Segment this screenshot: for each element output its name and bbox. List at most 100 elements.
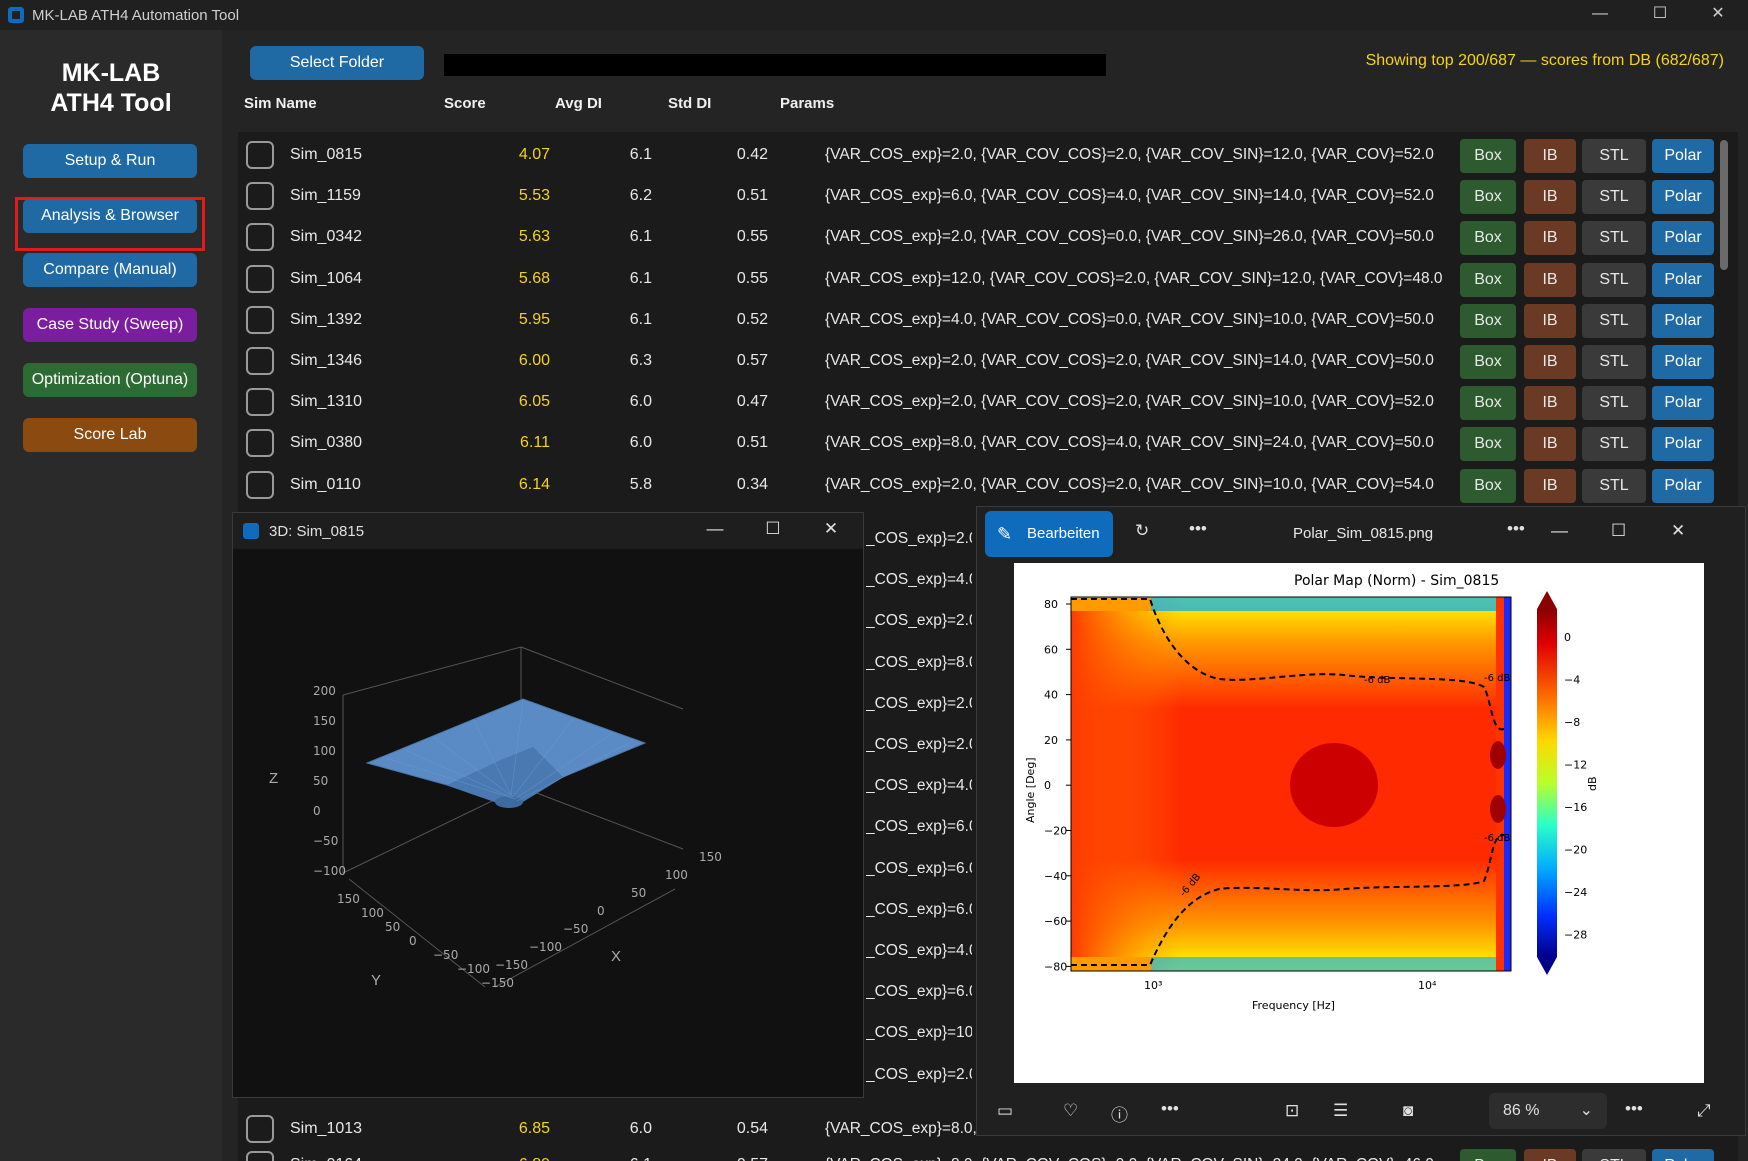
- ib-button[interactable]: IB: [1524, 386, 1576, 421]
- polar-button[interactable]: Polar: [1652, 139, 1714, 173]
- row-checkbox[interactable]: [246, 470, 274, 499]
- polar-button[interactable]: Polar: [1652, 1149, 1714, 1161]
- table-row[interactable]: Sim_0815 4.07 6.1 0.42 {VAR_COS_exp}=2.0, {V…: [238, 132, 1738, 173]
- stl-button[interactable]: STL: [1582, 139, 1646, 173]
- box-button[interactable]: Box: [1460, 1149, 1516, 1161]
- ib-button[interactable]: IB: [1524, 139, 1576, 173]
- table-row[interactable]: Sim_0164 6.89 6.1 0.57 {VAR_COS_exp}=8.0, {V…: [238, 1142, 1738, 1161]
- ib-button[interactable]: IB: [1524, 427, 1576, 462]
- box-button[interactable]: Box: [1460, 221, 1516, 256]
- polar-button[interactable]: Polar: [1652, 386, 1714, 421]
- maximize-icon[interactable]: ☐: [1630, 0, 1690, 30]
- stl-button[interactable]: STL: [1582, 427, 1646, 462]
- maximize-icon[interactable]: ☐: [761, 519, 785, 539]
- nav-score-lab-button[interactable]: Score Lab: [23, 418, 197, 452]
- row-checkbox[interactable]: [246, 429, 274, 458]
- close-icon[interactable]: ✕: [1671, 521, 1685, 541]
- table-row[interactable]: Sim_1346 6.00 6.3 0.57 {VAR_COS_exp}=2.0, {V…: [238, 338, 1738, 379]
- nav-optimization-button[interactable]: Optimization (Optuna): [23, 363, 197, 397]
- select-folder-button[interactable]: Select Folder: [250, 46, 424, 80]
- stl-button[interactable]: STL: [1582, 303, 1646, 338]
- polar-map-image[interactable]: Polar Map (Norm) - Sim_0815 -6 dB -6 dB …: [1014, 563, 1704, 1083]
- box-button[interactable]: Box: [1460, 468, 1516, 503]
- table-row[interactable]: Sim_1159 5.53 6.2 0.51 {VAR_COS_exp}=6.0, {V…: [238, 173, 1738, 215]
- nav-setup-run-button[interactable]: Setup & Run: [23, 144, 197, 178]
- col-header-params[interactable]: Params: [780, 95, 834, 112]
- stl-button[interactable]: STL: [1582, 386, 1646, 421]
- stl-button[interactable]: STL: [1582, 1149, 1646, 1161]
- edit-button[interactable]: ✎ Bearbeiten: [985, 511, 1113, 557]
- info-icon[interactable]: ⓘ: [1111, 1101, 1128, 1126]
- box-button[interactable]: Box: [1460, 180, 1516, 215]
- box-button[interactable]: Box: [1460, 427, 1516, 462]
- minimize-icon[interactable]: —: [1570, 0, 1630, 30]
- more-icon[interactable]: •••: [1625, 1099, 1643, 1119]
- row-checkbox[interactable]: [246, 223, 274, 252]
- table-row[interactable]: Sim_1310 6.05 6.0 0.47 {VAR_COS_exp}=2.0, {V…: [238, 379, 1738, 421]
- close-icon[interactable]: ✕: [819, 519, 843, 539]
- surface-3d-plot[interactable]: 200150100500−50−100 150100500−50−100−150…: [233, 549, 863, 1097]
- row-checkbox[interactable]: [246, 388, 274, 417]
- row-checkbox[interactable]: [246, 305, 274, 334]
- col-header-sim-name[interactable]: Sim Name: [244, 95, 317, 112]
- box-button[interactable]: Box: [1460, 345, 1516, 379]
- stl-button[interactable]: STL: [1582, 221, 1646, 256]
- polar-button[interactable]: Polar: [1652, 221, 1714, 256]
- ib-button[interactable]: IB: [1524, 262, 1576, 297]
- row-checkbox[interactable]: [246, 1115, 274, 1143]
- minimize-icon[interactable]: —: [703, 519, 727, 539]
- more-icon[interactable]: •••: [1161, 1099, 1179, 1119]
- favorite-icon[interactable]: ♡: [1063, 1101, 1078, 1121]
- polar-button[interactable]: Polar: [1652, 345, 1714, 379]
- nav-analysis-browser-button[interactable]: Analysis & Browser: [23, 199, 197, 233]
- polar-button[interactable]: Polar: [1652, 468, 1714, 503]
- stl-button[interactable]: STL: [1582, 468, 1646, 503]
- table-row[interactable]: Sim_0342 5.63 6.1 0.55 {VAR_COS_exp}=2.0, {V…: [238, 214, 1738, 256]
- table-row[interactable]: Sim_0110 6.14 5.8 0.34 {VAR_COS_exp}=2.0, {V…: [238, 462, 1738, 503]
- row-checkbox[interactable]: [246, 264, 274, 293]
- polar-button[interactable]: Polar: [1652, 303, 1714, 338]
- stl-button[interactable]: STL: [1582, 262, 1646, 297]
- box-button[interactable]: Box: [1460, 303, 1516, 338]
- polar-button[interactable]: Polar: [1652, 262, 1714, 297]
- expand-icon[interactable]: ⤢: [1697, 1101, 1711, 1121]
- visual-search-icon[interactable]: ⊡: [1285, 1101, 1299, 1121]
- table-row[interactable]: Sim_0380 6.11 6.0 0.51 {VAR_COS_exp}=8.0, {V…: [238, 420, 1738, 462]
- polar-button[interactable]: Polar: [1652, 427, 1714, 462]
- col-header-avg-di[interactable]: Avg DI: [555, 95, 602, 112]
- stl-button[interactable]: STL: [1582, 180, 1646, 215]
- ib-button[interactable]: IB: [1524, 345, 1576, 379]
- row-checkbox[interactable]: [246, 182, 274, 211]
- table-row[interactable]: Sim_1064 5.68 6.1 0.55 {VAR_COS_exp}=12.0, {…: [238, 256, 1738, 297]
- more-icon[interactable]: •••: [1507, 519, 1525, 539]
- text-scan-icon[interactable]: ☰: [1333, 1101, 1348, 1121]
- nav-case-study-button[interactable]: Case Study (Sweep): [23, 308, 197, 342]
- minimize-icon[interactable]: —: [1551, 521, 1568, 541]
- nav-compare-manual-button[interactable]: Compare (Manual): [23, 253, 197, 287]
- row-checkbox[interactable]: [246, 347, 274, 375]
- row-checkbox[interactable]: [246, 141, 274, 169]
- std-di-value: 0.47: [736, 393, 768, 411]
- rotate-icon[interactable]: ↻: [1135, 521, 1149, 541]
- table-row[interactable]: Sim_1392 5.95 6.1 0.52 {VAR_COS_exp}=4.0, {V…: [238, 297, 1738, 338]
- ib-button[interactable]: IB: [1524, 303, 1576, 338]
- box-button[interactable]: Box: [1460, 139, 1516, 173]
- box-button[interactable]: Box: [1460, 262, 1516, 297]
- close-icon[interactable]: ✕: [1688, 0, 1748, 30]
- screenshot-icon[interactable]: ◙: [1403, 1101, 1413, 1121]
- maximize-icon[interactable]: ☐: [1611, 521, 1626, 541]
- box-button[interactable]: Box: [1460, 386, 1516, 421]
- zoom-dropdown[interactable]: 86 % ⌄: [1489, 1093, 1607, 1129]
- more-icon[interactable]: •••: [1189, 519, 1207, 539]
- col-header-std-di[interactable]: Std DI: [668, 95, 711, 112]
- ib-button[interactable]: IB: [1524, 221, 1576, 256]
- filmstrip-icon[interactable]: ▭: [997, 1101, 1013, 1121]
- stl-button[interactable]: STL: [1582, 345, 1646, 379]
- row-checkbox[interactable]: [246, 1151, 274, 1161]
- ib-button[interactable]: IB: [1524, 468, 1576, 503]
- ib-button[interactable]: IB: [1524, 180, 1576, 215]
- ib-button[interactable]: IB: [1524, 1149, 1576, 1161]
- polar-button[interactable]: Polar: [1652, 180, 1714, 215]
- col-header-score[interactable]: Score: [444, 95, 486, 112]
- colorbar-tick-label: −16: [1564, 801, 1587, 814]
